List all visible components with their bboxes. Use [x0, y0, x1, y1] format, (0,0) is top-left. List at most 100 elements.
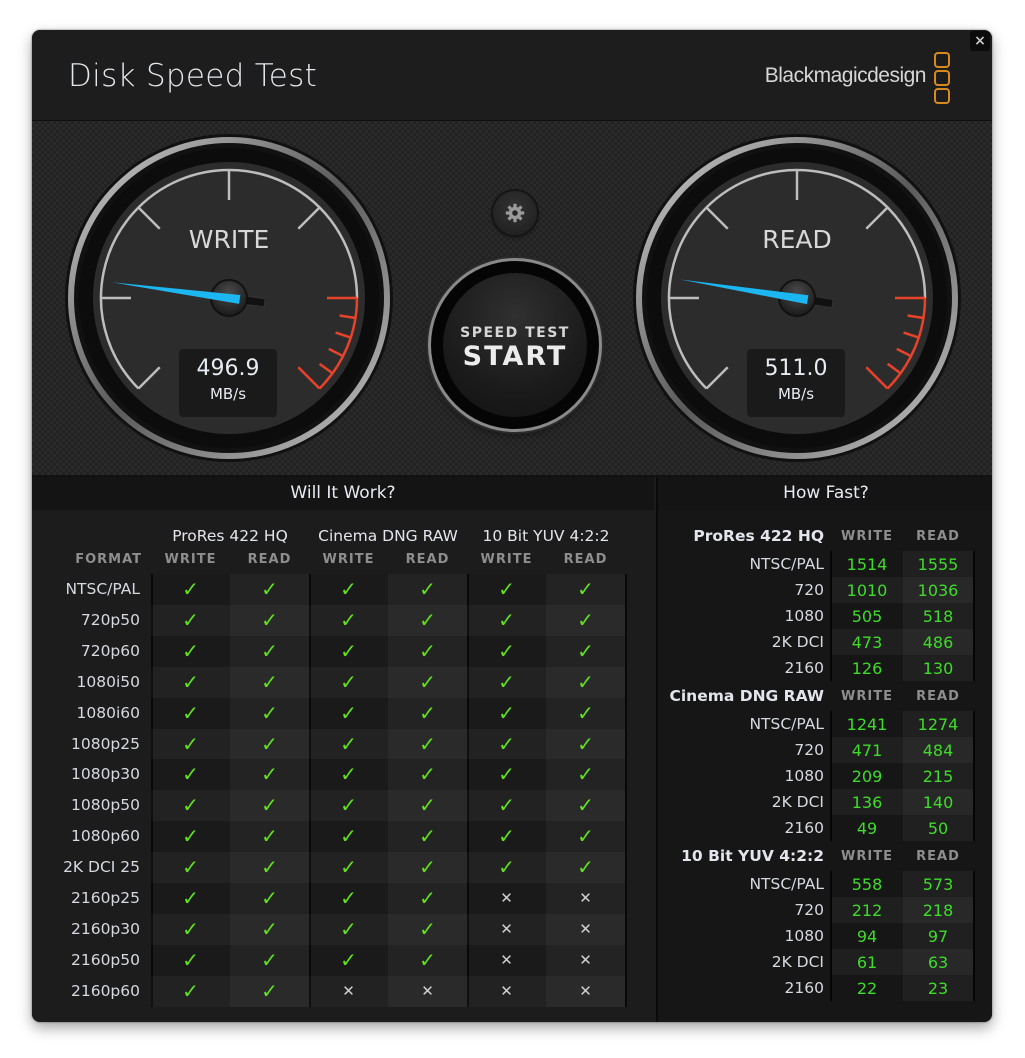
column-divider — [973, 871, 975, 1001]
check-icon: ✓ — [261, 577, 278, 601]
check-icon: ✓ — [261, 731, 278, 756]
check-icon: ✓ — [340, 793, 357, 818]
how-fast-group-title: Cinema DNG RAW — [669, 687, 824, 705]
read-speed-unit: MB/s — [777, 385, 815, 403]
check-icon: ✓ — [261, 669, 278, 694]
resolution-label: 2K DCI — [771, 633, 824, 651]
read-fps-value: 140 — [922, 793, 954, 812]
check-icon: ✓ — [340, 669, 357, 694]
check-icon: ✓ — [577, 824, 594, 849]
read-fps-value: 1274 — [917, 715, 959, 734]
check-icon: ✓ — [419, 731, 436, 756]
cross-icon: ✕ — [500, 981, 513, 1000]
check-icon: ✓ — [182, 978, 199, 1003]
format-label: 2160p25 — [70, 889, 140, 907]
format-label: 1080p60 — [70, 827, 140, 846]
check-icon: ✓ — [419, 577, 436, 601]
cross-icon: ✕ — [421, 981, 434, 1000]
check-icon: ✓ — [261, 978, 278, 1003]
read-gauge: READ 511.0 MB/s — [632, 133, 962, 463]
write-fps-value: 22 — [856, 979, 878, 998]
check-icon: ✓ — [340, 824, 357, 849]
write-column-header: WRITE — [841, 689, 893, 704]
cross-icon: ✕ — [500, 950, 513, 969]
check-icon: ✓ — [182, 916, 199, 941]
read-speed-value: 511.0 — [764, 356, 828, 381]
check-icon: ✓ — [340, 731, 357, 756]
write-gauge-label: WRITE — [188, 225, 270, 254]
check-icon: ✓ — [261, 824, 278, 849]
format-label: 1080p50 — [70, 796, 140, 815]
group-header-0: ProRes 422 HQ — [172, 527, 288, 545]
check-icon: ✓ — [419, 947, 436, 972]
cross-icon: ✕ — [500, 919, 513, 938]
format-label: NTSC/PAL — [65, 580, 140, 598]
check-icon: ✓ — [182, 731, 199, 756]
check-icon: ✓ — [419, 607, 436, 632]
start-speed-test-button[interactable]: SPEED TEST START — [431, 261, 599, 429]
blackmagic-logo-icon — [934, 52, 950, 104]
write-fps-value: 1514 — [846, 555, 888, 574]
check-icon: ✓ — [182, 700, 199, 725]
check-icon: ✓ — [498, 638, 515, 663]
read-fps-value: 1555 — [917, 555, 959, 574]
format-label: 2160p50 — [70, 950, 140, 969]
write-fps-value: 49 — [856, 819, 878, 838]
check-icon: ✓ — [261, 700, 278, 725]
read-gauge-label: READ — [762, 225, 832, 254]
check-icon: ✓ — [419, 824, 436, 849]
read-column-header: READ — [916, 849, 960, 864]
format-label: 2160p30 — [70, 919, 140, 938]
settings-button[interactable] — [493, 191, 537, 235]
title-bar: Disk Speed Test Blackmagicdesign — [32, 30, 992, 121]
check-icon: ✓ — [498, 762, 515, 787]
check-icon: ✓ — [577, 700, 594, 725]
check-icon: ✓ — [261, 916, 278, 941]
format-column-header: FORMAT — [75, 552, 142, 567]
check-icon: ✓ — [340, 577, 357, 601]
format-label: 720p60 — [80, 641, 140, 660]
format-label: 720p50 — [80, 610, 140, 629]
format-label: 1080i50 — [76, 672, 140, 691]
read-column-header: READ — [916, 689, 960, 704]
read-fps-value: 518 — [922, 607, 954, 626]
read-fps-value: 63 — [927, 953, 949, 972]
write-fps-value: 505 — [851, 607, 883, 626]
read-fps-value: 50 — [927, 819, 949, 838]
check-icon: ✓ — [498, 824, 515, 849]
cross-icon: ✕ — [579, 950, 592, 969]
read-readout: 511.0 MB/s — [747, 349, 845, 417]
check-icon: ✓ — [498, 577, 515, 601]
check-icon: ✓ — [182, 855, 199, 880]
resolution-label: 720 — [794, 741, 824, 759]
check-icon: ✓ — [419, 700, 436, 725]
check-icon: ✓ — [340, 886, 357, 910]
check-icon: ✓ — [182, 947, 199, 972]
check-icon: ✓ — [577, 793, 594, 818]
resolution-label: NTSC/PAL — [749, 715, 824, 733]
write-gauge: WRITE 496.9 MB/s — [64, 133, 394, 463]
read-fps-value: 484 — [922, 741, 954, 760]
check-icon: ✓ — [182, 669, 199, 694]
subcolumn-header: WRITE — [480, 552, 533, 567]
resolution-label: 1080 — [784, 927, 824, 945]
write-fps-value: 471 — [851, 741, 883, 760]
close-button[interactable]: × — [970, 31, 990, 51]
subcolumn-header: READ — [405, 552, 450, 567]
read-fps-value: 97 — [927, 927, 949, 946]
check-icon: ✓ — [419, 638, 436, 663]
will-it-work-panel: Will It Work? ProRes 422 HQ Cinema DNG RA… — [32, 477, 654, 1022]
check-icon: ✓ — [577, 669, 594, 694]
read-fps-value: 130 — [922, 659, 954, 678]
check-icon: ✓ — [261, 947, 278, 972]
check-icon: ✓ — [340, 638, 357, 663]
cross-icon: ✕ — [579, 919, 592, 938]
resolution-label: NTSC/PAL — [749, 875, 824, 893]
check-icon: ✓ — [498, 731, 515, 756]
check-icon: ✓ — [340, 916, 357, 941]
cross-icon: ✕ — [342, 981, 355, 1000]
resolution-label: 1080 — [784, 767, 824, 785]
how-fast-group-title: ProRes 422 HQ — [693, 527, 824, 545]
start-button-subtitle: SPEED TEST — [460, 325, 570, 341]
check-icon: ✓ — [498, 607, 515, 632]
